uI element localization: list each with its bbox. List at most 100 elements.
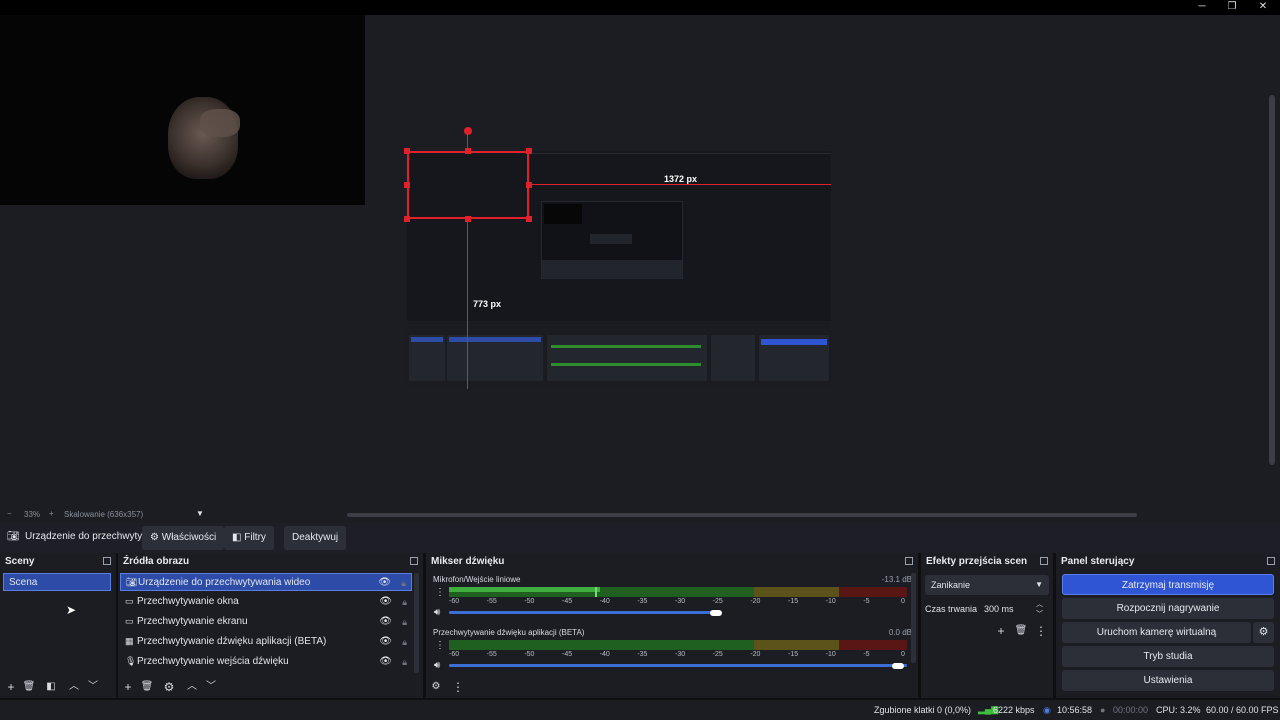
zoom-in-button[interactable]: + bbox=[49, 509, 54, 518]
visibility-eye-icon[interactable]: 👁︎ bbox=[379, 593, 392, 611]
meter-tick-label: -30 bbox=[675, 651, 686, 658]
remove-transition-icon[interactable]: 🗑︎ bbox=[1013, 623, 1029, 639]
properties-label: Właściwości bbox=[161, 532, 217, 543]
lock-icon[interactable]: 🔒︎ bbox=[402, 653, 407, 671]
source-item[interactable]: ▭ Przechwytywanie okna 👁︎ 🔒︎ bbox=[120, 593, 412, 611]
scene-item[interactable]: Scena bbox=[3, 573, 111, 591]
meter-tick-label: -25 bbox=[712, 651, 723, 658]
speaker-icon[interactable]: 🔊︎ bbox=[434, 660, 440, 671]
scene-filters-icon[interactable]: ◧ bbox=[43, 679, 59, 695]
mixer-float-icon[interactable] bbox=[905, 557, 913, 565]
channel-menu-icon[interactable]: ⋮ bbox=[435, 640, 445, 651]
visibility-eye-icon[interactable]: 👁︎ bbox=[379, 653, 392, 671]
person-hand bbox=[200, 109, 240, 137]
stop-streaming-button[interactable]: Zatrzymaj transmisję bbox=[1062, 574, 1274, 595]
mixer-scrollbar[interactable] bbox=[911, 573, 916, 663]
resize-handle-br[interactable] bbox=[526, 216, 532, 222]
source-item[interactable]: ▦ Przechwytywanie dźwięku aplikacji (BET… bbox=[120, 633, 412, 651]
source-item[interactable]: 📷︎ Urządzenie do przechwytywania wideo 👁… bbox=[120, 573, 412, 591]
lock-icon[interactable]: 🔒︎ bbox=[402, 633, 407, 651]
mouse-cursor-icon: ➤ bbox=[66, 603, 77, 617]
speaker-icon[interactable]: 🔊︎ bbox=[434, 607, 440, 618]
minimize-button[interactable]: ─ bbox=[1187, 0, 1217, 15]
resize-handle-bl[interactable] bbox=[404, 216, 410, 222]
remove-scene-icon[interactable]: 🗑︎ bbox=[21, 679, 37, 695]
settings-button[interactable]: Ustawienia bbox=[1062, 670, 1274, 691]
close-button[interactable]: ✕ bbox=[1248, 0, 1278, 15]
meter-tick-label: -35 bbox=[637, 598, 648, 605]
meter-scale: -60 -55 -50 -45 -40 -35 -30 -25 -20 -15 -10 -5 0 bbox=[449, 598, 907, 606]
volume-slider-knob[interactable] bbox=[892, 663, 904, 669]
move-up-icon[interactable]: ︿ bbox=[66, 679, 82, 695]
resize-handle-b[interactable] bbox=[465, 216, 471, 222]
scenes-float-icon[interactable] bbox=[103, 557, 111, 565]
nested-capture bbox=[541, 201, 683, 279]
controls-float-icon[interactable] bbox=[1267, 557, 1275, 565]
sources-dock: Źródła obrazu 📷︎ Urządzenie do przechwyt… bbox=[118, 553, 423, 698]
transition-menu-icon[interactable]: ⋮ bbox=[1033, 623, 1049, 639]
volume-slider[interactable] bbox=[449, 611, 719, 614]
visibility-eye-icon[interactable]: 👁︎ bbox=[378, 574, 391, 592]
meter-tick-label: -25 bbox=[712, 598, 723, 605]
lock-icon[interactable]: 🔒︎ bbox=[402, 613, 407, 631]
preview-vertical-scrollbar[interactable] bbox=[1268, 15, 1276, 505]
filters-button[interactable]: ◧ Filtry bbox=[224, 526, 274, 550]
resize-handle-tr[interactable] bbox=[526, 148, 532, 154]
sources-scrollbar[interactable] bbox=[414, 573, 419, 673]
meter-tick-label: -20 bbox=[750, 598, 761, 605]
start-recording-button[interactable]: Rozpocznij nagrywanie bbox=[1062, 598, 1274, 619]
channel-menu-icon[interactable]: ⋮ bbox=[435, 587, 445, 598]
start-virtual-camera-button[interactable]: Uruchom kamerę wirtualną bbox=[1062, 622, 1251, 643]
lock-icon[interactable]: 🔒︎ bbox=[401, 574, 406, 592]
virtual-camera-settings-gear-icon[interactable]: ⚙ bbox=[1253, 622, 1274, 643]
meter-tick-label: -40 bbox=[599, 598, 610, 605]
visibility-eye-icon[interactable]: 👁︎ bbox=[379, 633, 392, 651]
move-up-icon[interactable]: ︿ bbox=[184, 679, 200, 695]
add-source-icon[interactable]: + bbox=[120, 679, 136, 695]
volume-meter bbox=[449, 587, 907, 597]
transition-select[interactable]: Zanikanie ▼ bbox=[925, 575, 1049, 595]
chevron-down-icon: ▼ bbox=[1035, 580, 1043, 589]
preview-horizontal-scrollbar[interactable] bbox=[347, 513, 1137, 517]
duration-input[interactable]: 300 ms ︿ ﹀ bbox=[979, 599, 1049, 619]
volume-slider-knob[interactable] bbox=[710, 610, 722, 616]
properties-button[interactable]: ⚙ Właściwości bbox=[142, 526, 225, 550]
transitions-float-icon[interactable] bbox=[1040, 557, 1048, 565]
visibility-eye-icon[interactable]: 👁︎ bbox=[379, 613, 392, 631]
rotation-handle[interactable] bbox=[464, 127, 472, 135]
move-down-icon[interactable]: ﹀ bbox=[85, 679, 101, 695]
source-item[interactable]: 🎙︎ Przechwytywanie wejścia dźwięku 👁︎ 🔒︎ bbox=[120, 653, 412, 671]
microphone-icon: 🎙︎ bbox=[125, 656, 137, 666]
remove-source-icon[interactable]: 🗑︎ bbox=[139, 679, 155, 695]
deactivate-button[interactable]: Deaktywuj bbox=[284, 526, 347, 550]
sources-float-icon[interactable] bbox=[410, 557, 418, 565]
mixer-menu-icon[interactable]: ⋮ bbox=[450, 679, 466, 695]
add-transition-icon[interactable]: + bbox=[993, 623, 1009, 639]
resize-handle-tl[interactable] bbox=[404, 148, 410, 154]
transitions-title: Efekty przejścia scen bbox=[926, 556, 1028, 567]
resize-handle-r[interactable] bbox=[526, 182, 532, 188]
resize-handle-t[interactable] bbox=[465, 148, 471, 154]
volume-slider[interactable] bbox=[449, 664, 907, 667]
scaling-dropdown-icon[interactable]: ▼ bbox=[196, 509, 204, 518]
scenes-title: Sceny bbox=[5, 556, 35, 567]
lock-icon[interactable]: 🔒︎ bbox=[402, 593, 407, 611]
resize-handle-l[interactable] bbox=[404, 182, 410, 188]
meter-tick-label: -10 bbox=[825, 651, 836, 658]
studio-mode-button[interactable]: Tryb studia bbox=[1062, 646, 1274, 667]
advanced-audio-icon[interactable]: ⚙ bbox=[428, 679, 444, 695]
source-toolbar: 📷︎ Urządzenie do przechwyty ⚙ Właściwośc… bbox=[0, 523, 1280, 553]
meter-tick-label: -55 bbox=[486, 651, 497, 658]
add-scene-icon[interactable]: + bbox=[3, 679, 19, 695]
streaming-icon: ◉ bbox=[1043, 705, 1051, 715]
move-down-icon[interactable]: ﹀ bbox=[203, 679, 219, 695]
cpu-usage: CPU: 3.2% bbox=[1156, 705, 1201, 715]
source-item[interactable]: ▭ Przechwytywanie ekranu 👁︎ 🔒︎ bbox=[120, 613, 412, 631]
zoom-out-button[interactable]: − bbox=[7, 509, 12, 518]
scenes-toolbar: + 🗑︎ ◧ ︿ ﹀ bbox=[0, 676, 116, 698]
stepper-up-icon[interactable]: ︿ bbox=[1036, 599, 1043, 609]
source-properties-icon[interactable]: ⚙ bbox=[161, 679, 177, 695]
maximize-button[interactable]: ❐ bbox=[1217, 0, 1247, 15]
stepper-down-icon[interactable]: ﹀ bbox=[1036, 609, 1043, 619]
selection-box[interactable] bbox=[407, 151, 529, 219]
